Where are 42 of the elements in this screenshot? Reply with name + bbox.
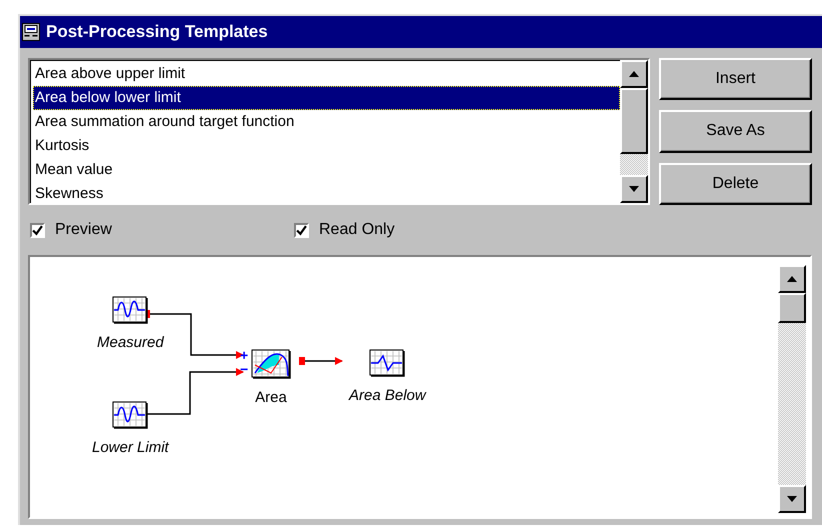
down-arrow-icon xyxy=(629,186,639,192)
scroll-up-button[interactable] xyxy=(620,60,648,88)
area-function-icon xyxy=(251,349,291,379)
action-button[interactable]: Save As xyxy=(659,110,812,153)
scroll-thumb[interactable] xyxy=(620,88,648,154)
scroll-down-button[interactable] xyxy=(778,485,806,513)
scroll-down-button[interactable] xyxy=(620,175,648,203)
up-arrow-icon xyxy=(629,71,639,77)
node-label: Measured xyxy=(97,334,164,351)
up-arrow-icon xyxy=(787,276,797,282)
scrollbar[interactable] xyxy=(778,265,806,513)
window-title: Post-Processing Templates xyxy=(46,22,268,42)
list-item[interactable]: Area below lower limit xyxy=(33,86,620,110)
scroll-thumb[interactable] xyxy=(778,293,806,323)
action-button[interactable]: Insert xyxy=(659,58,812,100)
list-item[interactable]: Skewness xyxy=(33,182,620,203)
scrollbar-track[interactable] xyxy=(620,154,648,175)
template-list[interactable]: Area above upper limit Area below lower limit Area summation around target function Kurtosis Mean value Skewness xyxy=(28,58,650,205)
waveform-icon xyxy=(112,296,148,324)
checkbox[interactable] xyxy=(294,222,309,238)
node-label: Area Below xyxy=(349,387,426,404)
list-item[interactable]: Mean value xyxy=(33,158,620,182)
waveform-icon xyxy=(369,349,406,377)
list-item[interactable]: Area above upper limit xyxy=(33,62,620,86)
action-button[interactable]: Delete xyxy=(659,162,812,205)
checkmark-icon xyxy=(32,224,43,236)
scroll-up-button[interactable] xyxy=(778,265,806,293)
node-label: Lower Limit xyxy=(92,439,169,456)
checkbox-option[interactable]: Preview xyxy=(30,221,294,239)
computer-icon xyxy=(22,23,40,41)
checkbox[interactable] xyxy=(30,222,45,238)
checkmark-icon xyxy=(296,224,307,236)
down-arrow-icon xyxy=(787,496,797,502)
list-item[interactable]: Area summation around target function xyxy=(33,110,620,134)
node-label: Area xyxy=(255,389,287,406)
waveform-icon xyxy=(112,401,148,429)
input-sign: + xyxy=(240,347,248,363)
connector-wire xyxy=(299,357,343,365)
input-sign: − xyxy=(240,361,248,377)
list-item[interactable]: Kurtosis xyxy=(33,134,620,158)
scrollbar[interactable] xyxy=(620,60,648,203)
checkbox-option[interactable]: Read Only xyxy=(294,221,558,239)
